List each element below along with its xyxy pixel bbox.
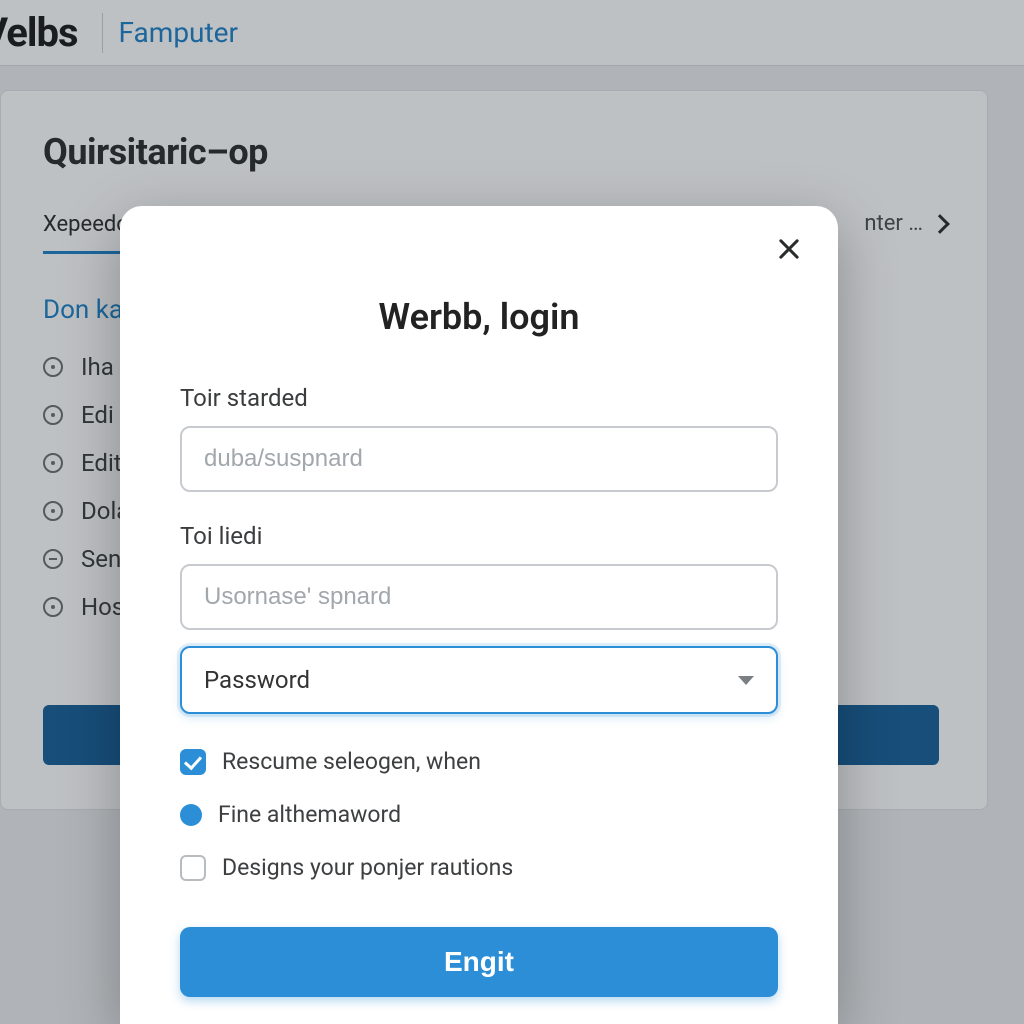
field-group-1: Toir starded bbox=[180, 384, 778, 492]
field2-input[interactable] bbox=[180, 564, 778, 630]
close-icon[interactable] bbox=[774, 234, 804, 264]
radio-row-1: Fine althemaword bbox=[180, 801, 778, 828]
field2-label: Toi liedi bbox=[180, 522, 778, 550]
modal-title: Werbb, login bbox=[180, 296, 778, 338]
submit-button[interactable]: Engit bbox=[180, 927, 778, 997]
checkbox-row-2: Designs your ponjer rautions bbox=[180, 854, 778, 881]
checkbox-2[interactable] bbox=[180, 855, 206, 881]
checkbox-2-label: Designs your ponjer rautions bbox=[222, 854, 513, 881]
field-group-2: Toi liedi bbox=[180, 522, 778, 630]
checkbox-1[interactable] bbox=[180, 749, 206, 775]
checkbox-1-label: Rescume seleogen, when bbox=[222, 748, 481, 775]
checkbox-row-1: Rescume seleogen, when bbox=[180, 748, 778, 775]
radio-1[interactable] bbox=[180, 804, 202, 826]
password-select[interactable]: Password bbox=[180, 646, 778, 714]
field1-input[interactable] bbox=[180, 426, 778, 492]
login-modal: Werbb, login Toir starded Toi liedi Pass… bbox=[120, 206, 838, 1024]
chevron-down-icon bbox=[738, 676, 754, 685]
field1-label: Toir starded bbox=[180, 384, 778, 412]
select-value: Password bbox=[204, 666, 738, 694]
radio-1-label: Fine althemaword bbox=[218, 801, 401, 828]
